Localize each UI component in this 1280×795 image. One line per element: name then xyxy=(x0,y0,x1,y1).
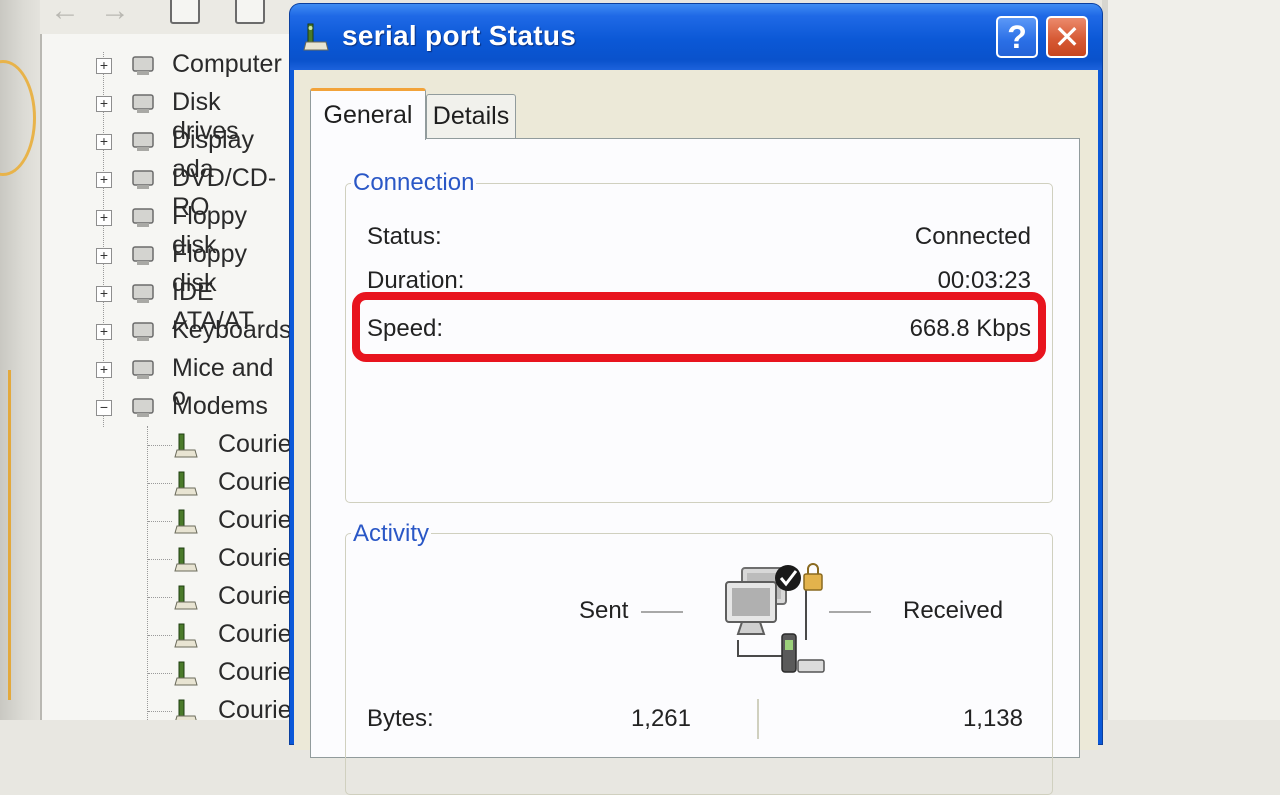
list-view-toolbar-icon[interactable] xyxy=(235,0,265,24)
desktop-decoration xyxy=(0,370,11,700)
serial-port-status-dialog: serial port Status ? ✕ General Details C… xyxy=(290,4,1102,795)
forward-arrow-icon[interactable]: → xyxy=(100,0,130,28)
connection-group-title: Connection xyxy=(351,169,477,197)
dialog-titlebar[interactable]: serial port Status ? ✕ xyxy=(290,4,1102,70)
status-label: Status: xyxy=(367,223,442,250)
modem-icon xyxy=(303,23,329,51)
ide-controller-icon xyxy=(128,278,158,308)
duration-label: Duration: xyxy=(367,267,465,294)
tree-connector xyxy=(148,635,172,636)
tree-expander-1[interactable]: + xyxy=(96,58,112,74)
modem-child-label[interactable]: Courie xyxy=(218,544,292,573)
device-tree: + Computer + Disk drives + Display ada + DVD/CD… xyxy=(40,34,292,720)
modem-device-icon xyxy=(172,468,202,498)
display-adapter-icon xyxy=(128,126,158,156)
tree-expander-8[interactable]: + xyxy=(96,324,112,340)
keyboard-icon xyxy=(128,316,158,346)
duration-value: 00:03:23 xyxy=(937,267,1031,294)
tree-expander-4[interactable]: + xyxy=(96,172,112,188)
activity-group-title: Activity xyxy=(351,520,432,548)
modem-child-label[interactable]: Courie xyxy=(218,430,292,459)
tree-connector xyxy=(148,711,172,712)
dialog-title: serial port Status xyxy=(342,20,577,51)
general-tab-panel: Connection Status: Connected Duration: 0… xyxy=(310,138,1080,795)
tree-item-label[interactable]: Keyboards xyxy=(172,316,292,345)
tree-connector xyxy=(148,559,172,560)
close-button[interactable]: ✕ xyxy=(1046,16,1088,58)
tree-expander-3[interactable]: + xyxy=(96,134,112,150)
tree-connector xyxy=(148,483,172,484)
modem-child-label[interactable]: Courie xyxy=(218,506,292,535)
modem-device-icon xyxy=(172,430,202,460)
tree-item-label[interactable]: Computer xyxy=(172,50,282,79)
speed-highlight-box xyxy=(352,292,1046,362)
dialog-client-area: General Details Connection Status: Conne… xyxy=(294,70,1098,795)
modem-child-label[interactable]: Courie xyxy=(218,468,292,497)
tree-item-label[interactable]: Modems xyxy=(172,392,268,421)
desktop-background xyxy=(0,0,40,720)
tree-expander-5[interactable]: + xyxy=(96,210,112,226)
bytes-sent-value: 1,261 xyxy=(630,705,691,732)
modem-child-label[interactable]: Courie xyxy=(218,658,292,687)
tree-expander-10[interactable]: − xyxy=(96,400,112,416)
status-value: Connected xyxy=(914,223,1031,250)
bytes-received-value: 1,138 xyxy=(962,705,1023,732)
floppy-controller-icon xyxy=(128,202,158,232)
received-connector xyxy=(829,611,871,613)
tree-expander-6[interactable]: + xyxy=(96,248,112,264)
received-label: Received xyxy=(903,597,1004,624)
desktop-decoration xyxy=(0,60,36,176)
tree-expander-9[interactable]: + xyxy=(96,362,112,378)
tree-connector xyxy=(148,597,172,598)
computer-icon xyxy=(128,50,158,80)
modem-child-label[interactable]: Courie xyxy=(218,582,292,611)
bytes-label: Bytes: xyxy=(367,705,434,732)
tree-connector xyxy=(148,673,172,674)
help-button[interactable]: ? xyxy=(996,16,1038,58)
modem-icon xyxy=(128,392,158,422)
tree-connector xyxy=(148,445,172,446)
modem-device-icon xyxy=(172,582,202,612)
tree-connector xyxy=(147,426,148,720)
bytes-divider xyxy=(757,699,759,739)
modem-device-icon xyxy=(172,620,202,650)
tree-expander-7[interactable]: + xyxy=(96,286,112,302)
device-manager-toolbar: ← → xyxy=(40,0,300,35)
disk-drive-icon xyxy=(128,88,158,118)
sent-connector xyxy=(641,611,683,613)
properties-toolbar-icon[interactable] xyxy=(170,0,200,24)
modem-device-icon xyxy=(172,544,202,574)
activity-groupbox xyxy=(345,533,1053,795)
mouse-icon xyxy=(128,354,158,384)
cd-drive-icon xyxy=(128,164,158,194)
background-window xyxy=(1102,0,1280,720)
network-activity-icon xyxy=(725,563,825,673)
tree-expander-2[interactable]: + xyxy=(96,96,112,112)
modem-device-icon xyxy=(172,658,202,688)
back-arrow-icon[interactable]: ← xyxy=(50,0,80,28)
modem-child-label[interactable]: Courie xyxy=(218,620,292,649)
modem-child-label[interactable]: Courie xyxy=(218,696,292,720)
floppy-drive-icon xyxy=(128,240,158,270)
tree-connector xyxy=(148,521,172,522)
sent-label: Sent xyxy=(579,597,629,624)
tab-general[interactable]: General xyxy=(310,88,426,140)
modem-device-icon xyxy=(172,506,202,536)
tab-details[interactable]: Details xyxy=(426,94,516,138)
modem-device-icon xyxy=(172,696,202,720)
